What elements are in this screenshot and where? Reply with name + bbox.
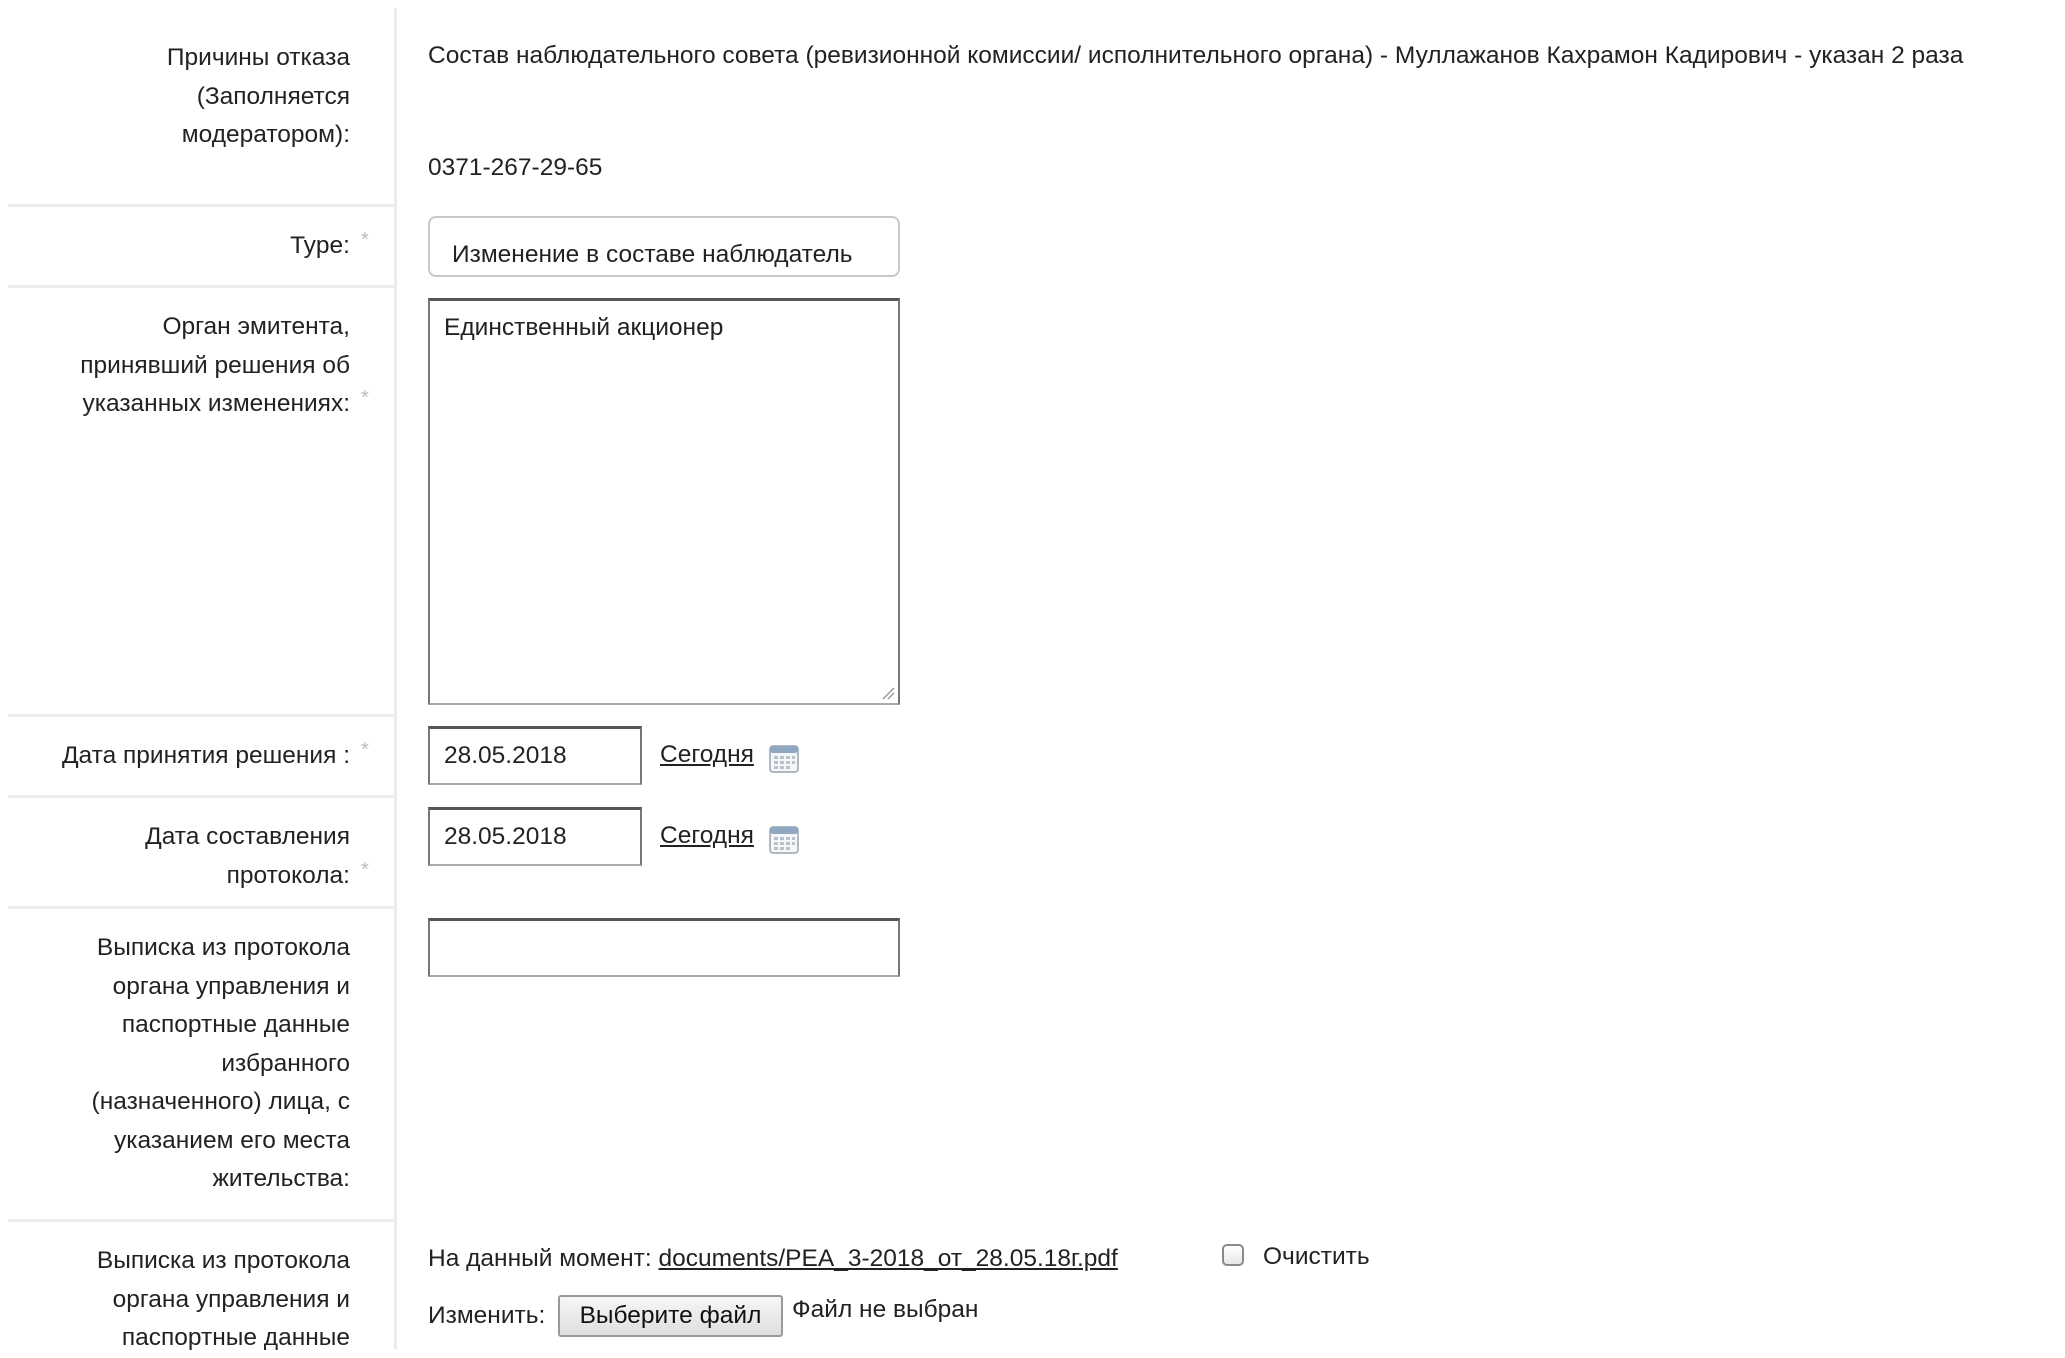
resize-grip-icon[interactable] [881,686,895,700]
phone-number: 0371-267-29-65 [428,154,603,181]
organ-label: Орган эмитента, принявший решения об ука… [80,313,350,417]
clear-label: Очистить [1263,1243,1370,1270]
required-marker: * [361,859,369,881]
current-file-row: На данный момент: documents/PEA_3-2018_о… [428,1245,1118,1273]
column-divider [394,8,397,1349]
required-marker: * [361,739,369,761]
change-label: Изменить: [428,1302,546,1329]
type-select[interactable]: Изменение в составе наблюдатель [428,216,900,277]
extract-text-input[interactable] [428,918,900,977]
decision-date-today-link[interactable]: Сегодня [660,741,754,769]
row-divider [8,714,394,717]
type-select-value: Изменение в составе наблюдатель [452,241,853,268]
protocol-date-input[interactable] [428,807,642,866]
decision-date-input[interactable] [428,726,642,785]
extract-file-label: Выписка из протокола органа управления и… [96,1247,350,1351]
calendar-icon[interactable] [769,743,799,773]
calendar-icon[interactable] [769,824,799,854]
row-divider [8,204,394,207]
row-divider [8,285,394,288]
extract-text-label: Выписка из протокола органа управления и… [91,934,350,1192]
choose-file-button[interactable]: Выберите файл [558,1295,783,1337]
protocol-date-today-link[interactable]: Сегодня [660,822,754,850]
reject-reasons-text: Состав наблюдательного совета (ревизионн… [428,42,1964,69]
clear-checkbox[interactable] [1222,1244,1244,1266]
row-divider [8,795,394,798]
required-marker: * [361,387,369,409]
decision-date-label: Дата принятия решения : [61,742,350,769]
row-divider [8,906,394,909]
reject-reasons-label: Причины отказа (Заполняется модератором)… [166,44,350,148]
row-divider [8,1219,394,1222]
no-file-text: Файл не выбран [792,1296,979,1323]
current-file-link[interactable]: documents/PEA_3-2018_от_28.05.18г.pdf [659,1245,1118,1272]
protocol-date-label: Дата составления протокола: [145,823,350,889]
required-marker: * [361,229,369,251]
current-file-prefix: На данный момент: [428,1245,652,1272]
type-label: Type: [290,232,350,259]
organ-textarea[interactable] [428,298,900,705]
